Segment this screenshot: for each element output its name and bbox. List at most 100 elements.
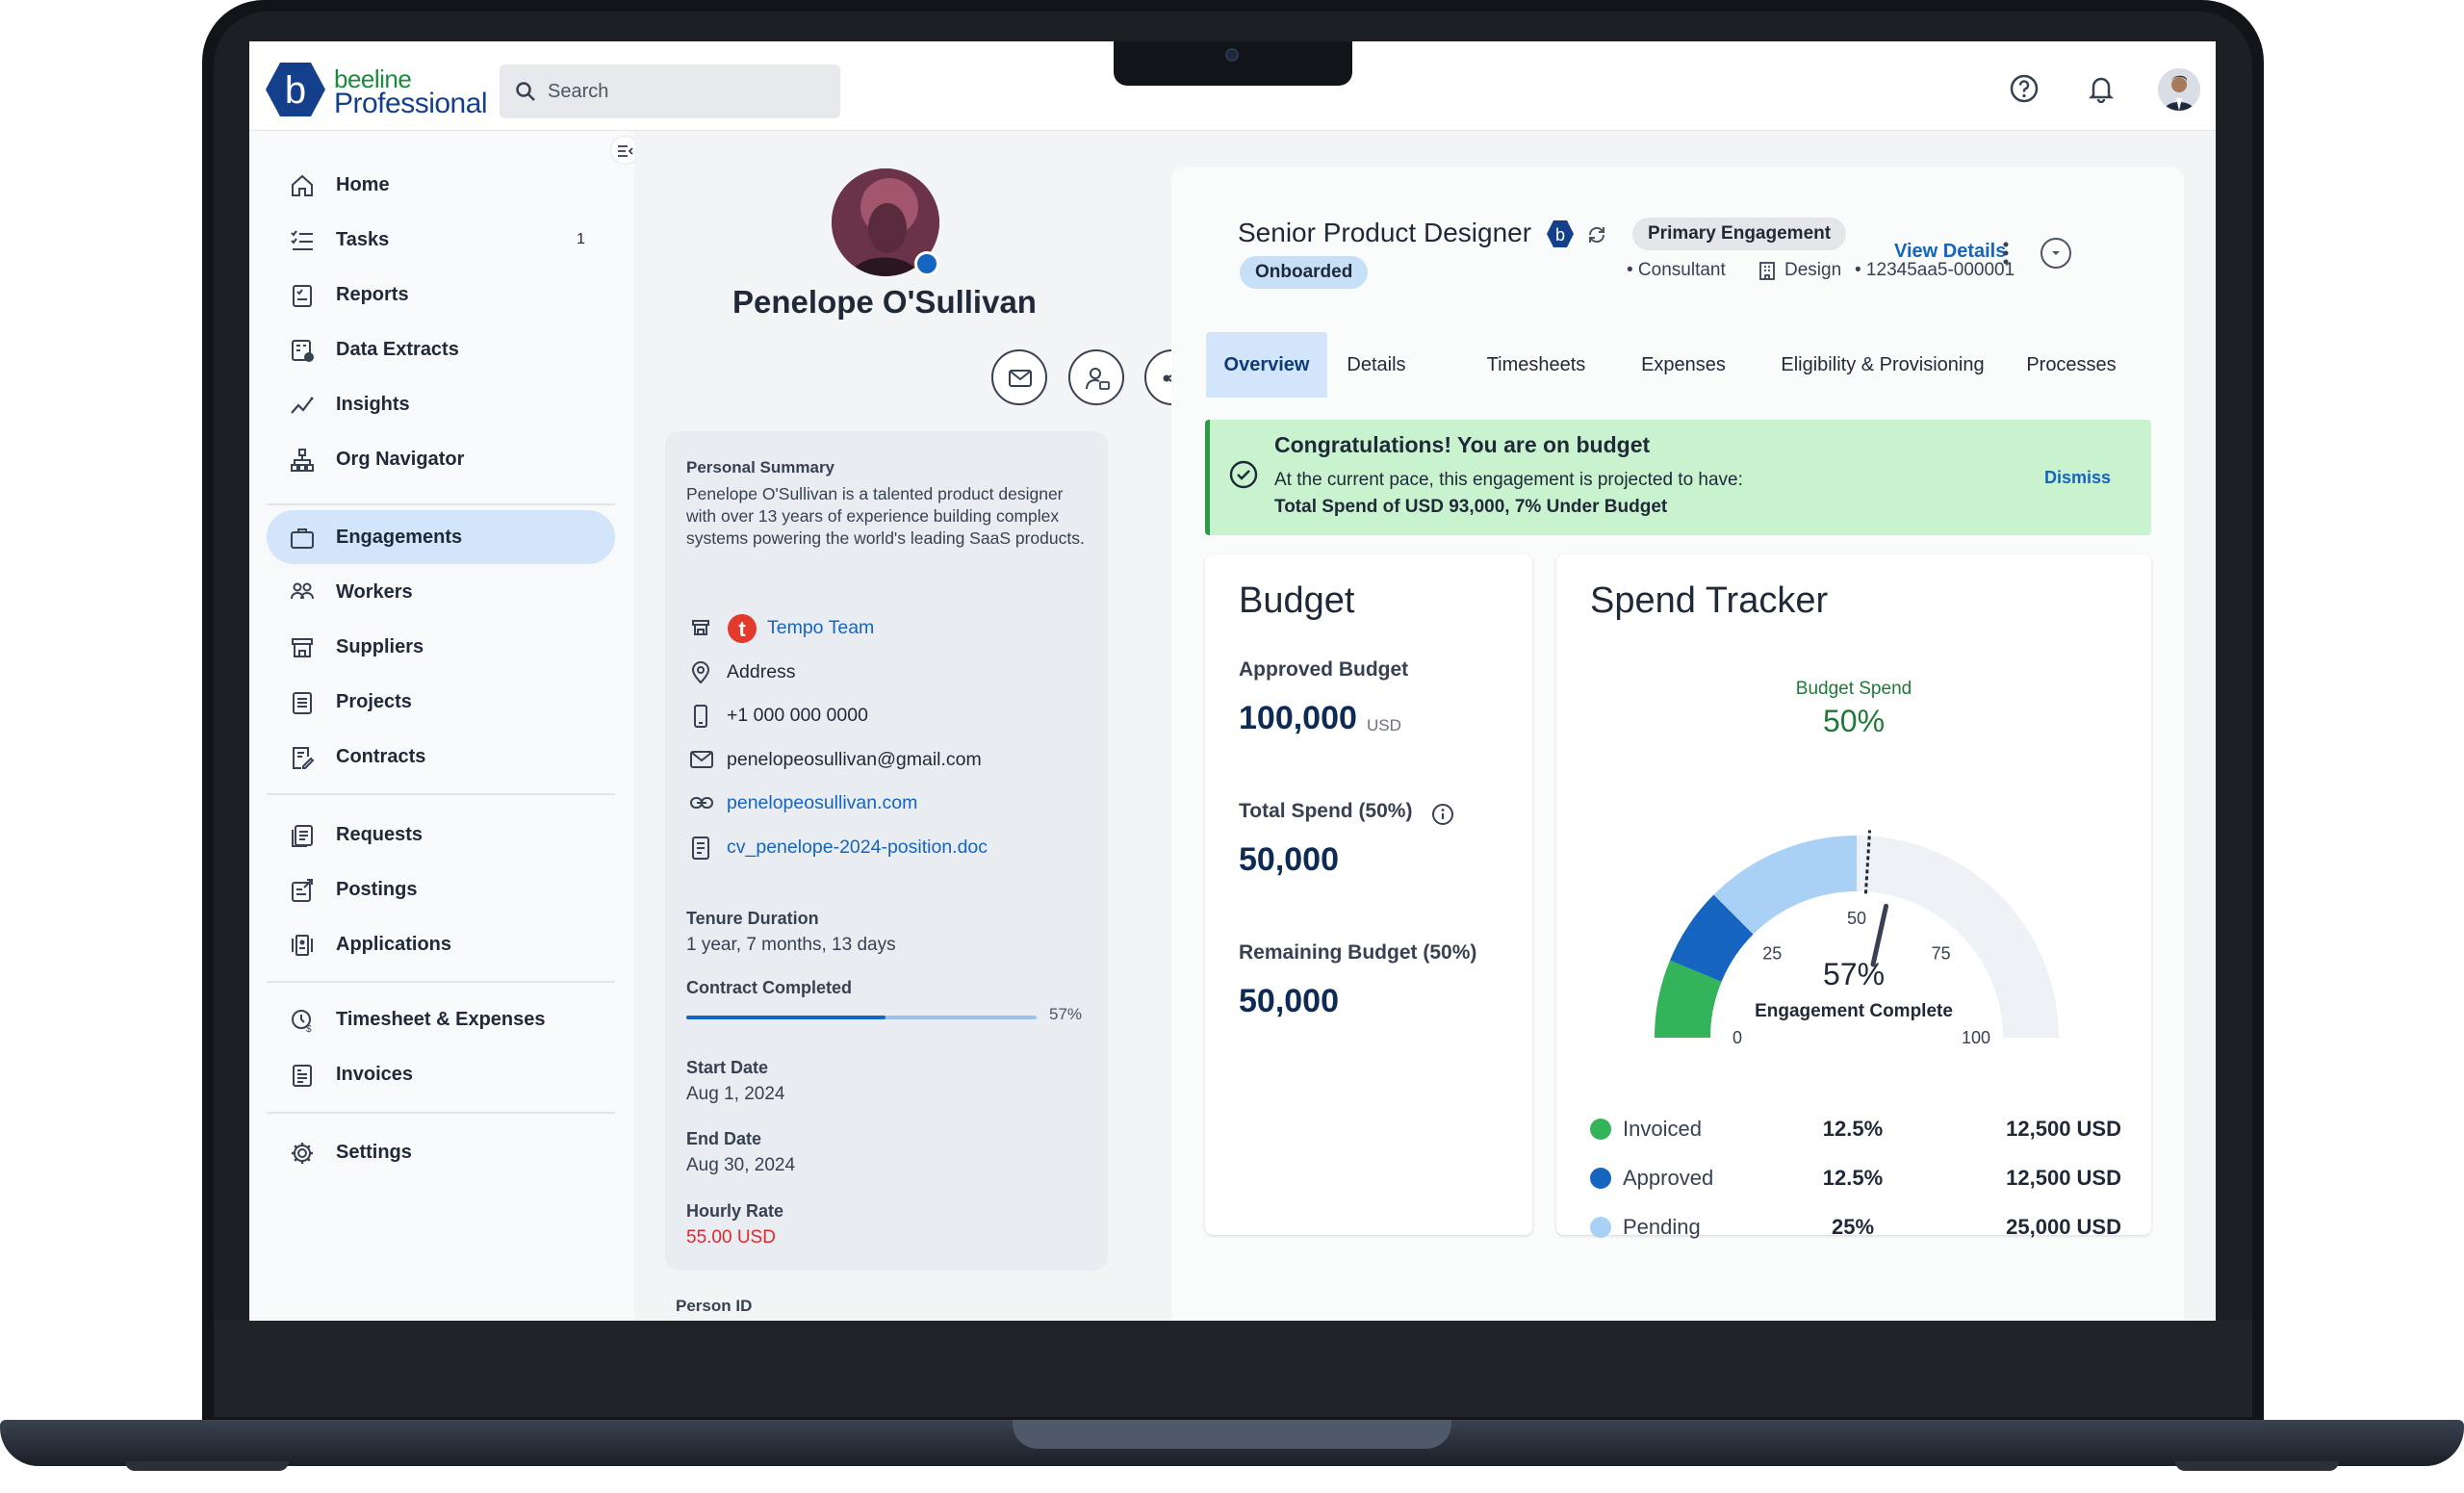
search-placeholder: Search (548, 81, 609, 102)
sidebar-item-projects[interactable]: Projects (267, 675, 615, 729)
profile-name: Penelope O'Sullivan (732, 284, 1037, 320)
tenure-value: 1 year, 7 months, 13 days (686, 935, 896, 955)
alert-line-2: Total Spend of USD 93,000, 7% Under Budg… (1274, 497, 1668, 517)
address-text: Address (727, 661, 796, 682)
approved-budget-label: Approved Budget (1239, 658, 1409, 681)
view-details-link[interactable]: View Details (1894, 241, 2006, 263)
contract-progress-bar (686, 1016, 1037, 1019)
website-link[interactable]: penelopeosullivan.com (727, 792, 917, 814)
mail-icon (690, 751, 713, 768)
sidebar-item-postings[interactable]: Postings (267, 862, 615, 916)
check-circle-icon (1229, 460, 1258, 489)
sidebar-item-data-extracts[interactable]: Data Extracts (267, 322, 615, 376)
team-link[interactable]: Tempo Team (767, 617, 874, 639)
onboarded-status-chip: Onboarded (1240, 256, 1369, 289)
more-vertical-icon[interactable] (1998, 241, 2014, 266)
end-date-value: Aug 30, 2024 (686, 1155, 796, 1175)
sidebar-divider (267, 1112, 615, 1114)
sidebar-item-contracts[interactable]: Contracts (267, 730, 615, 784)
sidebar-divider (267, 793, 615, 795)
engagement-complete-label: Engagement Complete (1755, 1001, 1953, 1021)
sidebar-item-requests[interactable]: Requests (267, 808, 615, 862)
search-input[interactable]: Search (500, 64, 840, 118)
svg-text:$: $ (306, 1024, 312, 1033)
sidebar-item-invoices[interactable]: Invoices (267, 1047, 615, 1101)
gauge-segment-invoiced (1655, 960, 1722, 1039)
cv-row[interactable]: cv_penelope-2024-position.doc (686, 833, 1091, 862)
building-icon (1759, 262, 1775, 280)
tab-details[interactable]: Details (1338, 332, 1415, 398)
home-icon (292, 174, 313, 196)
sidebar-item-workers[interactable]: Workers (267, 565, 615, 619)
phone-icon (694, 705, 707, 728)
approved-budget-value: 100,000 (1239, 700, 1357, 736)
sidebar-item-applications[interactable]: Applications (267, 917, 615, 971)
help-icon[interactable] (2009, 73, 2040, 104)
address-row: Address (686, 657, 1091, 686)
timesheet-icon: $ (292, 1010, 312, 1033)
email-button[interactable] (991, 349, 1047, 405)
svg-text:b: b (1555, 225, 1565, 245)
engagement-type: • Consultant (1627, 260, 1726, 280)
applications-icon (292, 935, 313, 956)
tab-eligibility-provisioning[interactable]: Eligibility & Provisioning (1762, 332, 2003, 398)
remaining-budget-label: Remaining Budget (50%) (1239, 941, 1477, 964)
mail-icon (1009, 370, 1032, 387)
spend-tracker-heading: Spend Tracker (1590, 580, 1829, 621)
dismiss-button[interactable]: Dismiss (2044, 468, 2111, 488)
sidebar-item-suppliers[interactable]: Suppliers (267, 620, 615, 674)
email-text: penelopeosullivan@gmail.com (727, 749, 982, 770)
laptop-foot-left (125, 1461, 289, 1471)
summary-text: Penelope O'Sullivan is a talented produc… (686, 484, 1085, 548)
requests-icon (292, 825, 313, 847)
sidebar-item-home[interactable]: Home (267, 158, 615, 212)
screen: b beeline Professional Search Home Tasks… (249, 41, 2216, 1321)
user-avatar[interactable] (2158, 68, 2200, 111)
sidebar-item-settings[interactable]: Settings (267, 1125, 615, 1179)
gear-icon (292, 1143, 313, 1164)
bell-icon[interactable] (2086, 73, 2117, 104)
sidebar-item-timesheet-expenses[interactable]: $ Timesheet & Expenses (267, 992, 615, 1046)
invoiced-dot (1590, 1119, 1611, 1140)
end-date-label: End Date (686, 1129, 762, 1148)
sidebar-item-org-navigator[interactable]: Org Navigator (267, 432, 615, 486)
team-row[interactable]: t Tempo Team (686, 613, 1091, 643)
info-icon[interactable] (1431, 803, 1454, 826)
invoices-icon (293, 1065, 312, 1087)
cv-link[interactable]: cv_penelope-2024-position.doc (727, 837, 988, 859)
contract-progress-percent: 57% (1049, 1005, 1083, 1023)
tab-timesheets[interactable]: Timesheets (1474, 332, 1599, 398)
website-row[interactable]: penelopeosullivan.com (686, 788, 1091, 817)
sidebar-item-engagements[interactable]: Engagements (267, 510, 615, 564)
camera (1225, 48, 1239, 62)
tab-processes[interactable]: Processes (2018, 332, 2124, 398)
laptop-opening-notch (1013, 1420, 1451, 1449)
gauge-needle (1870, 903, 1889, 967)
tab-expenses[interactable]: Expenses (1626, 332, 1741, 398)
sidebar-item-reports[interactable]: Reports (267, 268, 615, 322)
manage-contact-button[interactable] (1068, 349, 1124, 405)
budget-spend-percent: 50% (1822, 704, 1886, 738)
tenure-label: Tenure Duration (686, 909, 819, 928)
legend-approved: Approved 12.5% 12,500 USD (1590, 1163, 2121, 1192)
sidebar-item-tasks[interactable]: Tasks 1 (267, 213, 615, 267)
email-row: penelopeosullivan@gmail.com (686, 745, 1091, 774)
tab-overview[interactable]: Overview (1206, 332, 1327, 398)
sidebar-item-insights[interactable]: Insights (267, 377, 615, 431)
location-pin-icon (691, 661, 710, 684)
budget-alert: Congratulations! You are on budget At th… (1205, 420, 2151, 535)
sidebar-divider (267, 981, 615, 983)
sync-icon[interactable] (1585, 223, 1608, 246)
total-spend-value: 50,000 (1239, 841, 1339, 878)
beeline-logo-icon: b (266, 63, 325, 116)
chevron-down-circle-icon[interactable] (2040, 237, 2072, 270)
reports-icon (293, 285, 312, 307)
person-card-icon (1086, 368, 1110, 390)
data-extracts-icon (292, 340, 314, 362)
contracts-icon (293, 747, 315, 769)
summary-label: Personal Summary (686, 458, 835, 476)
engagement-title: Senior Product Designer (1238, 218, 1532, 247)
alert-title: Congratulations! You are on budget (1274, 432, 1651, 457)
briefcase-icon (291, 528, 314, 549)
contract-completed-label: Contract Completed (686, 978, 853, 997)
